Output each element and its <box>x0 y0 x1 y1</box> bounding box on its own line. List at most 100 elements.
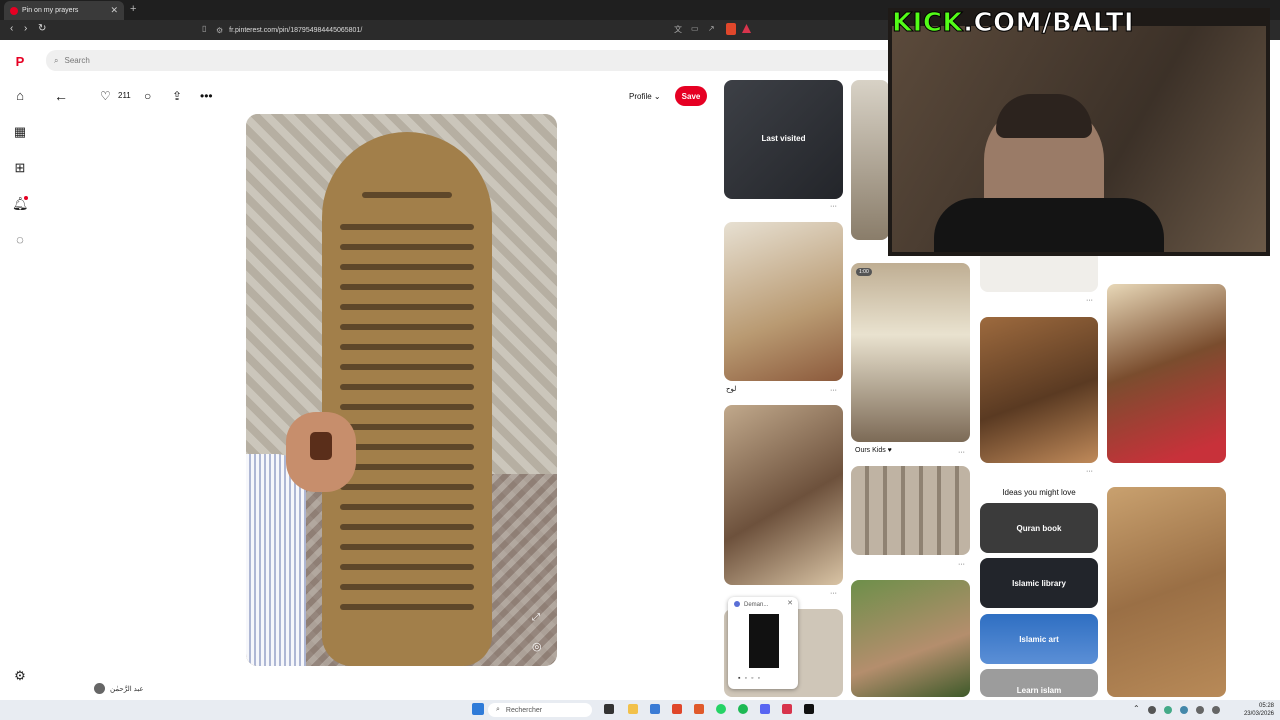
popup-thumbnail <box>749 614 779 668</box>
video-duration-badge: 1:00 <box>856 268 872 276</box>
task-view-icon[interactable] <box>604 704 614 714</box>
settings-icon[interactable]: ⚙ <box>12 668 28 684</box>
pin-card[interactable] <box>1107 284 1226 463</box>
app-icon[interactable] <box>694 704 704 714</box>
more-icon[interactable]: ··· <box>830 203 837 210</box>
reload-icon[interactable]: ↻ <box>38 23 46 34</box>
idea-quran-book[interactable]: Quran book <box>980 503 1098 553</box>
back-arrow-icon[interactable]: ← <box>54 88 68 104</box>
tray-icon[interactable] <box>1180 706 1188 714</box>
pin-card[interactable] <box>724 222 843 381</box>
avatar <box>94 683 105 694</box>
pin-card[interactable] <box>1107 487 1226 697</box>
app-icon <box>734 601 740 607</box>
brave-shields-icon[interactable] <box>726 23 736 35</box>
pin-card[interactable] <box>980 250 1098 292</box>
streamer-hair <box>996 94 1092 138</box>
spotify-icon[interactable] <box>738 704 748 714</box>
brave-icon[interactable] <box>672 704 682 714</box>
pin-author[interactable]: عبد الرَّحمٰن <box>94 683 144 694</box>
tray-icon[interactable] <box>1148 706 1156 714</box>
wristwatch <box>310 432 332 460</box>
visual-search-icon[interactable]: ◎ <box>532 640 542 653</box>
new-tab-icon[interactable]: + <box>130 3 136 15</box>
explore-icon[interactable]: ▦ <box>12 124 28 140</box>
kick-url: .COM/BALTI <box>963 8 1135 39</box>
translate-icon[interactable]: 文 <box>674 24 684 34</box>
tray-icon[interactable] <box>1164 706 1172 714</box>
clock-date: 23/03/2026 <box>1243 711 1274 717</box>
browser-tab[interactable]: Pin on my prayers ✕ <box>4 1 124 20</box>
windows-start-icon[interactable] <box>472 703 484 715</box>
screenshot-icon[interactable]: ▭ <box>691 24 701 34</box>
notification-dot <box>24 196 28 200</box>
more-icon[interactable]: ··· <box>1086 297 1093 304</box>
save-button[interactable]: Save <box>675 86 707 106</box>
file-explorer-icon[interactable] <box>628 704 638 714</box>
home-icon[interactable]: ⌂ <box>12 88 28 104</box>
last-visited-label: Last visited <box>761 134 806 143</box>
search-icon: ⌕ <box>496 706 500 713</box>
popup-title: Deman... <box>744 602 769 608</box>
close-icon[interactable]: ✕ <box>787 599 793 607</box>
author-name: عبد الرَّحمٰن <box>110 685 144 693</box>
ideas-heading: Ideas you might love <box>1002 488 1076 497</box>
whatsapp-icon[interactable] <box>716 704 726 714</box>
pinterest-logo-icon[interactable]: P <box>12 54 28 70</box>
idea-learn-islam[interactable]: Learn islam <box>980 669 1098 697</box>
pin-caption: لوح <box>726 386 737 393</box>
site-info-icon[interactable]: ⚙ <box>216 26 223 35</box>
tray-icon[interactable] <box>1196 706 1204 714</box>
search-icon: ⌕ <box>54 55 59 65</box>
pin-card[interactable]: Last visited <box>724 80 843 199</box>
more-icon[interactable]: ··· <box>830 590 837 597</box>
tab-title: Pin on my prayers <box>22 7 79 14</box>
windows-taskbar: ⌕ Rechercher ⌃ 05:28 23/03/2026 <box>0 700 1280 720</box>
idea-islamic-library[interactable]: Islamic library <box>980 558 1098 608</box>
webcam-overlay <box>888 8 1270 256</box>
pin-card[interactable]: 1:00 <box>851 263 970 442</box>
taskbar-search-label: Rechercher <box>505 706 543 714</box>
more-icon[interactable]: ··· <box>830 387 837 394</box>
more-icon[interactable]: ··· <box>958 561 965 568</box>
clock-time: 05:28 <box>1258 703 1274 709</box>
pin-card[interactable] <box>724 405 843 585</box>
more-icon[interactable]: ••• <box>200 89 213 103</box>
more-icon[interactable]: ··· <box>958 449 965 456</box>
popup-controls[interactable]: ▪◦◦◦ <box>738 675 764 682</box>
messages-icon[interactable]: ◌ <box>12 232 28 248</box>
notion-icon[interactable] <box>804 704 814 714</box>
taskbar-search[interactable]: ⌕ Rechercher <box>488 703 592 717</box>
pin-card[interactable] <box>851 80 889 240</box>
comment-icon[interactable]: ○ <box>144 89 151 103</box>
close-tab-icon[interactable]: ✕ <box>110 5 118 16</box>
search-input[interactable]: Search <box>64 56 89 65</box>
expand-icon[interactable]: ⤢ <box>532 612 540 623</box>
wooden-tablet <box>322 132 492 666</box>
pin-image[interactable] <box>246 114 557 666</box>
download-popup[interactable]: Deman... ✕ ▪◦◦◦ <box>728 597 798 689</box>
kick-watermark: KICK.COM/BALTI <box>891 8 1135 39</box>
pinterest-sidebar: P ⌂ ▦ ⊞ 🔔︎ ◌ ⚙ <box>0 40 40 700</box>
kick-brand: KICK <box>891 8 964 39</box>
tray-chevron-icon[interactable]: ⌃ <box>1133 704 1140 713</box>
profile-dropdown[interactable]: Profile ⌄ <box>629 92 661 101</box>
bookmark-icon[interactable]: ▯ <box>202 24 212 34</box>
more-icon[interactable]: ··· <box>1086 468 1093 475</box>
pin-card[interactable] <box>851 580 970 697</box>
create-icon[interactable]: ⊞ <box>12 160 28 176</box>
pin-card[interactable] <box>851 466 970 555</box>
forward-icon[interactable]: › <box>24 23 27 34</box>
idea-islamic-art[interactable]: Islamic art <box>980 614 1098 664</box>
share-icon[interactable]: ↗ <box>708 24 718 34</box>
discord-icon[interactable] <box>760 704 770 714</box>
app-icon[interactable] <box>782 704 792 714</box>
share-icon[interactable]: ⇪ <box>172 89 182 103</box>
taskbar-clock[interactable]: 05:28 23/03/2026 <box>1244 702 1274 718</box>
pinterest-favicon-icon <box>10 6 18 15</box>
back-icon[interactable]: ‹ <box>10 23 13 34</box>
volume-icon[interactable] <box>1212 706 1220 714</box>
calculator-icon[interactable] <box>650 704 660 714</box>
pin-card[interactable] <box>980 317 1098 463</box>
heart-icon[interactable]: ♡ <box>100 89 111 103</box>
